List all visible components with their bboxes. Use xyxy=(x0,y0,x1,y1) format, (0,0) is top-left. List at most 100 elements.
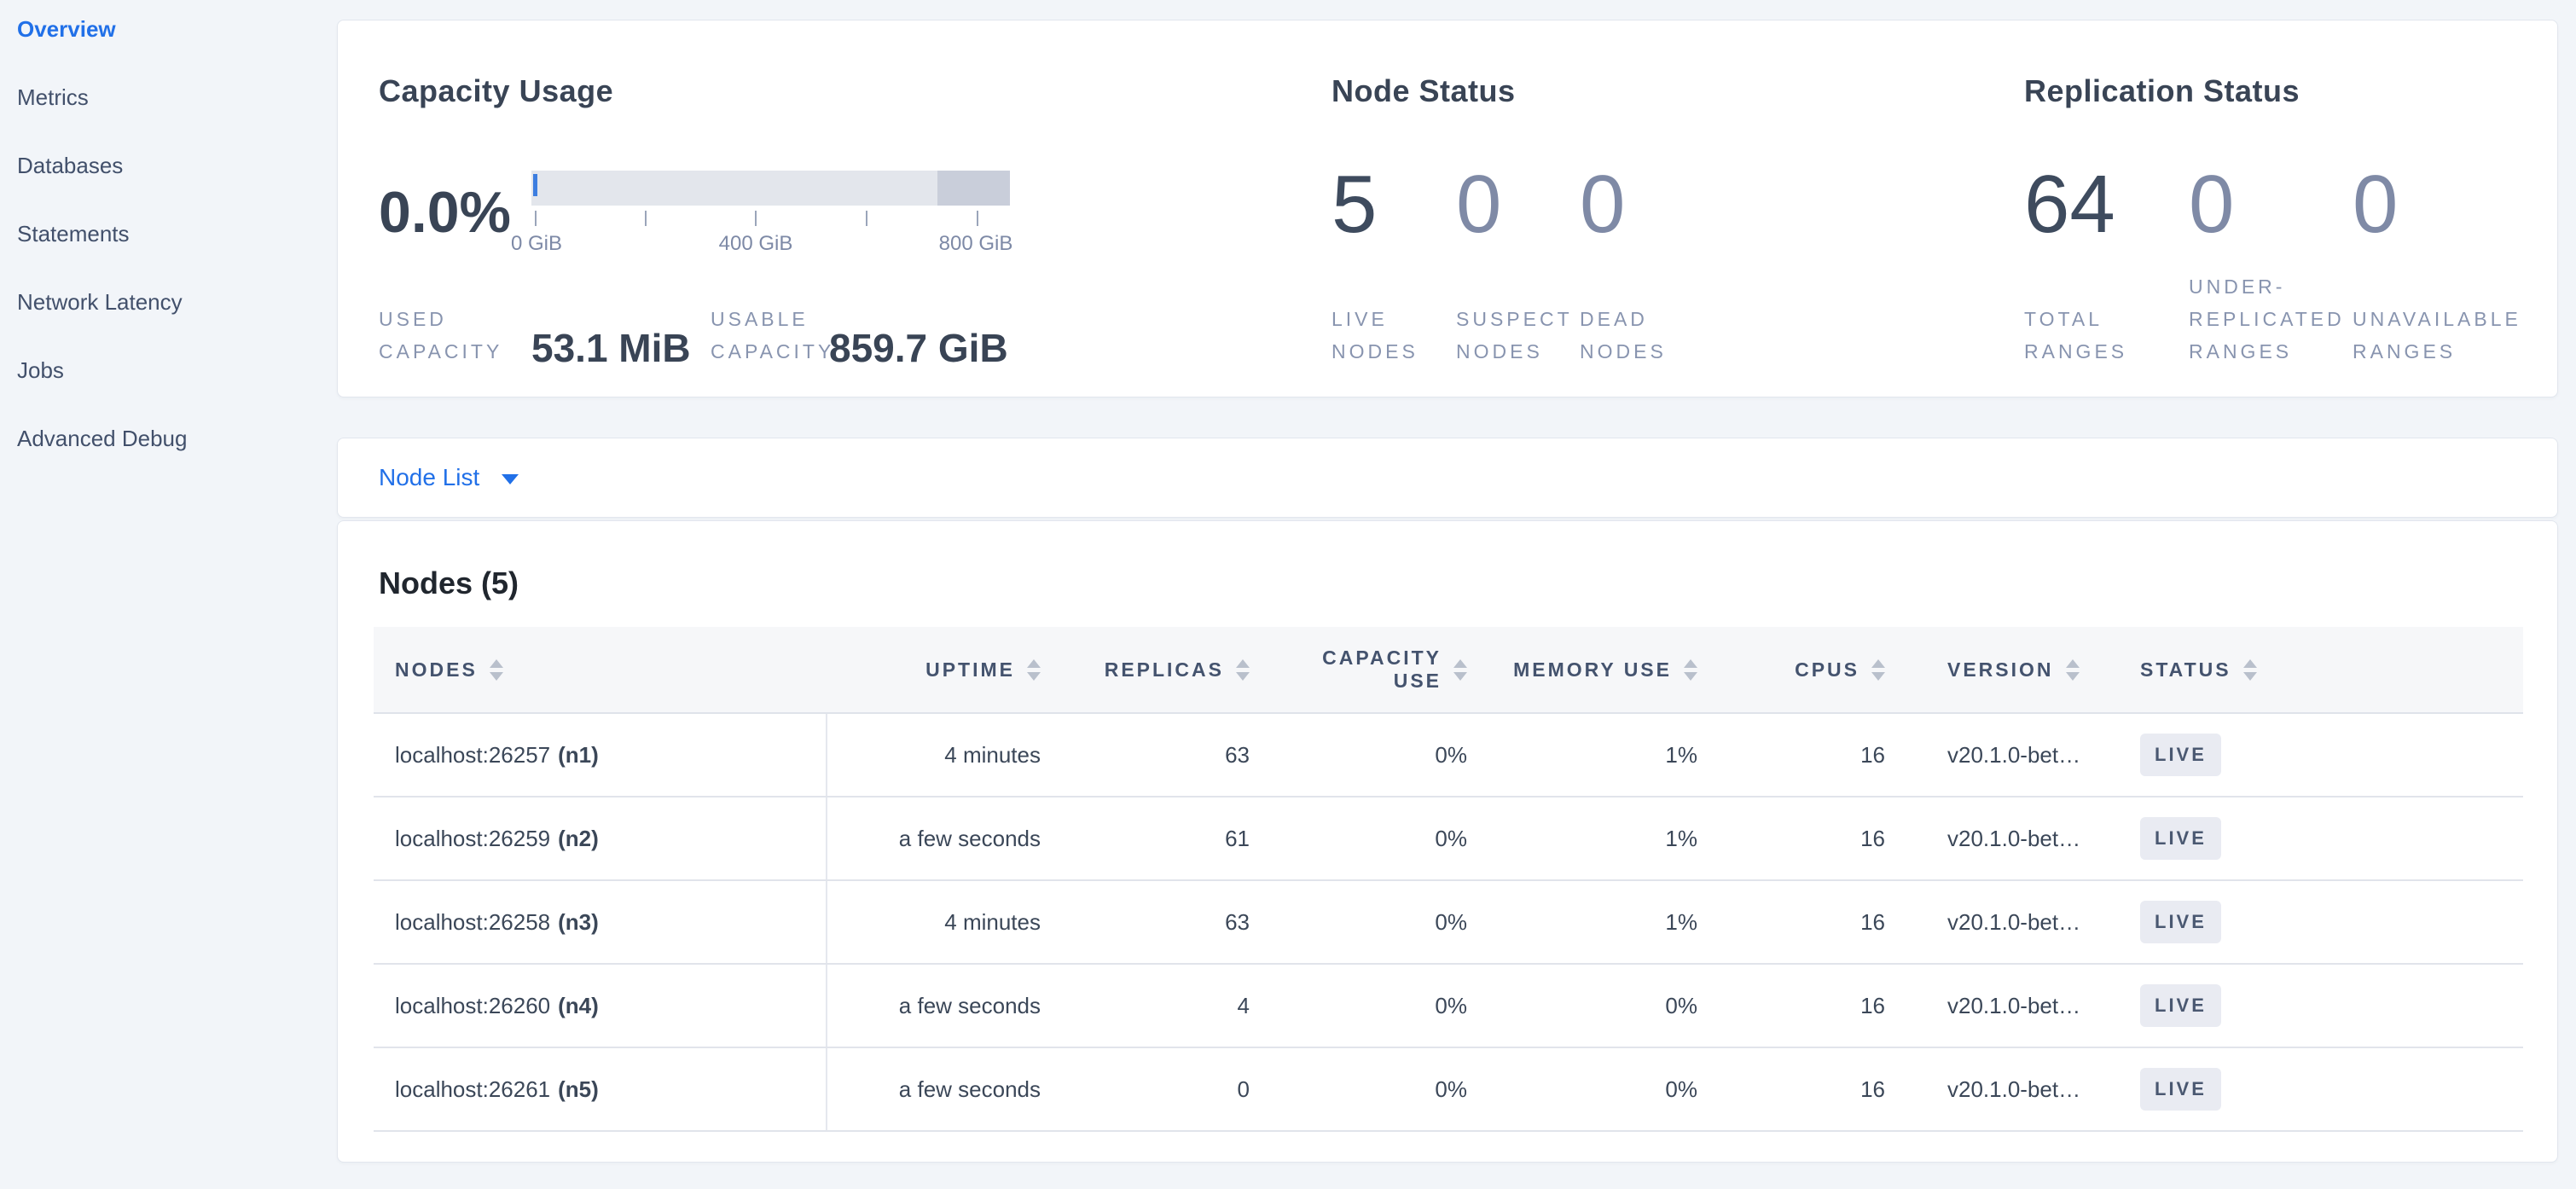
node-address-cell: localhost:26261(n5) xyxy=(374,1048,827,1130)
node-list-bar: Node List xyxy=(337,438,2558,518)
capacity-use-cell: 0% xyxy=(1275,714,1497,796)
version-cell: v20.1.0-bet… xyxy=(1915,798,2111,879)
header-status[interactable]: STATUS xyxy=(2111,627,2523,712)
dead-nodes-label: DEAD NODES xyxy=(1580,303,1667,368)
uptime-cell: 4 minutes xyxy=(827,881,1066,963)
sort-icon xyxy=(1027,659,1041,681)
usable-capacity-value: 859.7 GiB xyxy=(829,325,1008,371)
header-version[interactable]: VERSION xyxy=(1915,627,2111,712)
capacity-bar-used-segment xyxy=(533,174,537,196)
memory-use-cell: 0% xyxy=(1497,965,1727,1047)
header-cpus[interactable]: CPUS xyxy=(1727,627,1915,712)
capacity-bar-dark-segment xyxy=(937,171,1010,206)
node-address-cell: localhost:26258(n3) xyxy=(374,881,827,963)
memory-use-cell: 1% xyxy=(1497,714,1727,796)
version-cell: v20.1.0-bet… xyxy=(1915,1048,2111,1130)
node-list-dropdown-label: Node List xyxy=(379,464,479,491)
sidebar: Overview Metrics Databases Statements Ne… xyxy=(17,16,324,494)
node-address-cell: localhost:26257(n1) xyxy=(374,714,827,796)
table-row-n1[interactable]: localhost:26257(n1) 4 minutes 63 0% 1% 1… xyxy=(374,714,2523,798)
axis-label-0: 0 GiB xyxy=(511,232,562,256)
sidebar-item-advanced-debug[interactable]: Advanced Debug xyxy=(17,426,324,494)
header-capacity-use[interactable]: CAPACITY USE xyxy=(1275,627,1497,712)
axis-tick xyxy=(977,211,978,226)
sort-icon xyxy=(1453,659,1467,681)
unavailable-ranges-count: 0 xyxy=(2353,164,2398,246)
replicas-cell: 63 xyxy=(1066,714,1275,796)
capacity-usage-bar xyxy=(531,171,1010,206)
header-nodes[interactable]: NODES xyxy=(374,627,827,712)
table-row-n4[interactable]: localhost:26260(n4) a few seconds 4 0% 0… xyxy=(374,965,2523,1048)
axis-tick xyxy=(755,211,757,226)
status-cell: LIVE xyxy=(2111,1048,2523,1130)
usable-capacity-label: USABLE CAPACITY xyxy=(711,303,834,368)
node-status-title: Node Status xyxy=(1332,73,1516,109)
node-list-dropdown[interactable]: Node List xyxy=(379,464,519,491)
replicas-cell: 63 xyxy=(1066,881,1275,963)
axis-label-400: 400 GiB xyxy=(719,232,793,256)
sort-icon xyxy=(2066,659,2080,681)
under-replicated-ranges-count: 0 xyxy=(2189,164,2234,246)
header-memory-use[interactable]: MEMORY USE xyxy=(1497,627,1727,712)
status-badge: LIVE xyxy=(2140,901,2221,943)
table-row-n2[interactable]: localhost:26259(n2) a few seconds 61 0% … xyxy=(374,798,2523,881)
cpus-cell: 16 xyxy=(1727,1048,1915,1130)
sort-icon xyxy=(2243,659,2257,681)
sidebar-item-overview[interactable]: Overview xyxy=(17,16,324,84)
header-replicas[interactable]: REPLICAS xyxy=(1066,627,1275,712)
axis-tick xyxy=(645,211,647,226)
sidebar-item-jobs[interactable]: Jobs xyxy=(17,357,324,426)
cluster-overview-page: Overview Metrics Databases Statements Ne… xyxy=(0,0,2576,1189)
status-cell: LIVE xyxy=(2111,714,2523,796)
capacity-use-cell: 0% xyxy=(1275,881,1497,963)
sidebar-item-statements[interactable]: Statements xyxy=(17,221,324,289)
live-nodes-count: 5 xyxy=(1332,164,1377,246)
used-capacity-value: 53.1 MiB xyxy=(531,325,691,371)
header-uptime[interactable]: UPTIME xyxy=(827,627,1066,712)
status-cell: LIVE xyxy=(2111,881,2523,963)
capacity-usage-title: Capacity Usage xyxy=(379,73,613,109)
memory-use-cell: 1% xyxy=(1497,798,1727,879)
chevron-down-icon xyxy=(502,474,519,484)
replicas-cell: 0 xyxy=(1066,1048,1275,1130)
nodes-table: NODES UPTIME REPLICAS CAPACITY USE MEMOR… xyxy=(374,627,2523,1132)
status-badge: LIVE xyxy=(2140,1068,2221,1111)
version-cell: v20.1.0-bet… xyxy=(1915,881,2111,963)
axis-label-800: 800 GiB xyxy=(939,232,1013,256)
memory-use-cell: 0% xyxy=(1497,1048,1727,1130)
table-row-n3[interactable]: localhost:26258(n3) 4 minutes 63 0% 1% 1… xyxy=(374,881,2523,965)
uptime-cell: a few seconds xyxy=(827,1048,1066,1130)
uptime-cell: a few seconds xyxy=(827,965,1066,1047)
suspect-nodes-label: SUSPECT NODES xyxy=(1456,303,1573,368)
under-replicated-ranges-label: UNDER- REPLICATED RANGES xyxy=(2189,270,2345,368)
cpus-cell: 16 xyxy=(1727,881,1915,963)
sidebar-item-databases[interactable]: Databases xyxy=(17,153,324,221)
cpus-cell: 16 xyxy=(1727,714,1915,796)
uptime-cell: 4 minutes xyxy=(827,714,1066,796)
unavailable-ranges-label: UNAVAILABLE RANGES xyxy=(2353,303,2521,368)
table-header-row: NODES UPTIME REPLICAS CAPACITY USE MEMOR… xyxy=(374,627,2523,714)
sidebar-item-metrics[interactable]: Metrics xyxy=(17,84,324,153)
used-capacity-label: USED CAPACITY xyxy=(379,303,502,368)
total-ranges-count: 64 xyxy=(2024,164,2115,246)
sort-icon xyxy=(1871,659,1885,681)
capacity-use-cell: 0% xyxy=(1275,798,1497,879)
version-cell: v20.1.0-bet… xyxy=(1915,714,2111,796)
status-cell: LIVE xyxy=(2111,798,2523,879)
suspect-nodes-count: 0 xyxy=(1456,164,1501,246)
status-badge: LIVE xyxy=(2140,984,2221,1027)
status-cell: LIVE xyxy=(2111,965,2523,1047)
status-badge: LIVE xyxy=(2140,817,2221,860)
replicas-cell: 61 xyxy=(1066,798,1275,879)
capacity-use-cell: 0% xyxy=(1275,965,1497,1047)
sidebar-item-network-latency[interactable]: Network Latency xyxy=(17,289,324,357)
capacity-use-cell: 0% xyxy=(1275,1048,1497,1130)
table-row-n5[interactable]: localhost:26261(n5) a few seconds 0 0% 0… xyxy=(374,1048,2523,1132)
cpus-cell: 16 xyxy=(1727,965,1915,1047)
total-ranges-label: TOTAL RANGES xyxy=(2024,303,2127,368)
axis-tick xyxy=(535,211,537,226)
sort-icon xyxy=(490,659,503,681)
uptime-cell: a few seconds xyxy=(827,798,1066,879)
replication-status-title: Replication Status xyxy=(2024,73,2300,109)
axis-tick xyxy=(866,211,867,226)
